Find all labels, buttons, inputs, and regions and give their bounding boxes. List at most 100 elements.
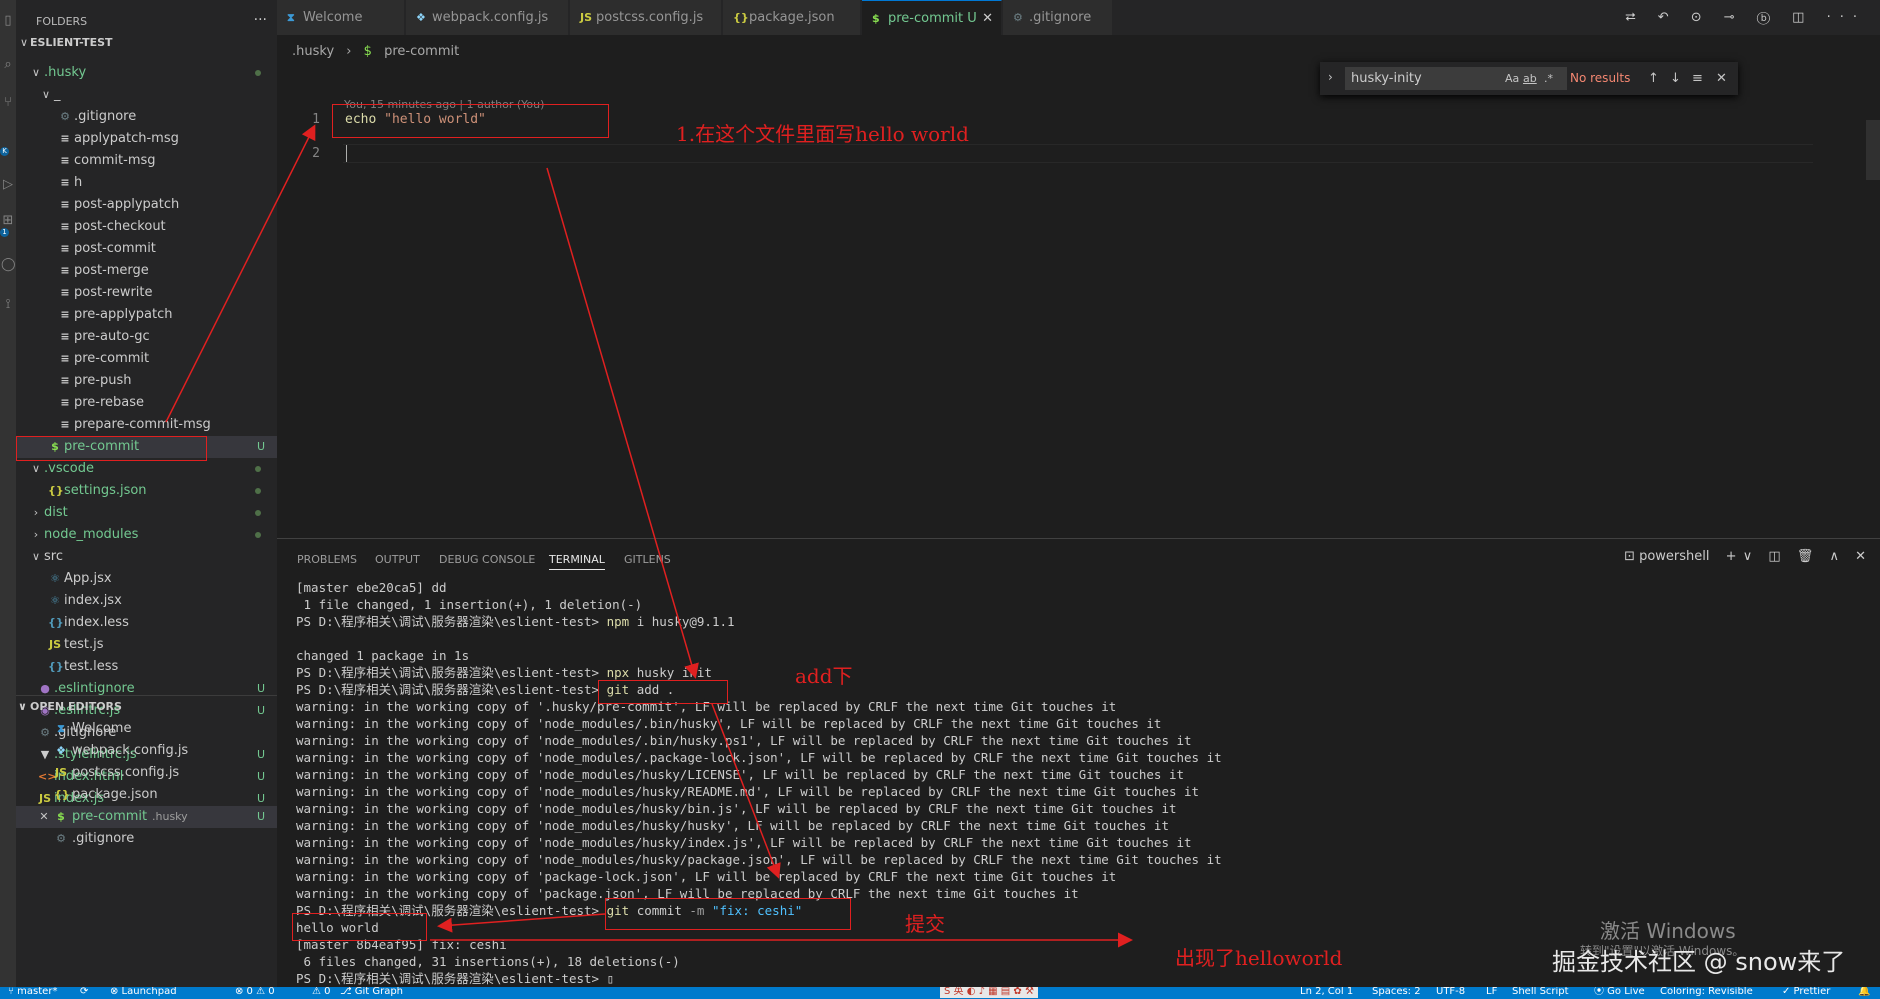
gitlens-icon[interactable]: ⟟ xyxy=(1,296,15,314)
tree-file[interactable]: ≡ post-commit xyxy=(16,238,277,260)
close-icon[interactable]: ✕ xyxy=(982,1,993,36)
tree-item-label: dist xyxy=(44,505,68,520)
cursor-position[interactable]: Ln 2, Col 1 xyxy=(1300,987,1353,998)
file-type-icon: ≡ xyxy=(60,198,70,211)
tree-file[interactable]: JS test.js xyxy=(16,634,277,656)
tab-gitlens[interactable]: GITLENS xyxy=(624,553,671,566)
tree-item-label: App.jsx xyxy=(64,571,112,586)
breadcrumb-folder[interactable]: .husky xyxy=(292,44,334,59)
chevron-down-icon[interactable]: ∨ xyxy=(1743,549,1753,564)
tree-file[interactable]: ≡ post-merge xyxy=(16,260,277,282)
prettier-status[interactable]: ✓ Prettier xyxy=(1782,987,1830,998)
match-whole-word-toggle[interactable]: ab xyxy=(1523,67,1537,90)
open-editor-item[interactable]: ⚙ .gitignore xyxy=(16,828,277,850)
terminal-args: husky init xyxy=(629,665,712,680)
tab-output[interactable]: OUTPUT xyxy=(375,553,420,566)
coloring-status[interactable]: Coloring: Revisible xyxy=(1660,987,1753,998)
file-type-icon: ≡ xyxy=(60,242,70,255)
workspace-root-label: ESLIENT-TEST xyxy=(30,36,113,49)
tree-file[interactable]: ⚛ index.jsx xyxy=(16,590,277,612)
editor-tab[interactable]: $ pre-commit U ✕ xyxy=(862,0,1002,35)
ime-taskbar[interactable]: S 英 ◐ ♪ ▦ ▤ ✿ ⚒ xyxy=(940,987,1038,998)
tree-file[interactable]: ≡ commit-msg xyxy=(16,150,277,172)
tree-folder[interactable]: › dist xyxy=(16,502,277,524)
trash-icon[interactable]: 🗑 xyxy=(1797,549,1814,564)
maximize-panel-icon[interactable]: ∧ xyxy=(1829,549,1839,564)
editor-tab[interactable]: ⚙ .gitignore xyxy=(1003,0,1113,35)
open-editor-item[interactable]: JS postcss.config.js xyxy=(16,762,277,784)
tree-file[interactable]: {} test.less xyxy=(16,656,277,678)
tree-file[interactable]: ≡ applypatch-msg xyxy=(16,128,277,150)
match-case-toggle[interactable]: Aa xyxy=(1505,67,1519,90)
tree-file[interactable]: ⚛ App.jsx xyxy=(16,568,277,590)
search-icon[interactable]: ⌕ xyxy=(1,56,15,74)
tree-file[interactable]: ≡ post-applypatch xyxy=(16,194,277,216)
terminal-shell-name[interactable]: powershell xyxy=(1639,549,1709,564)
tree-file[interactable]: ≡ post-checkout xyxy=(16,216,277,238)
tree-item-label: pre-push xyxy=(74,373,132,388)
tree-file[interactable]: ⚙ .gitignore xyxy=(16,106,277,128)
tree-file[interactable]: ≡ pre-push xyxy=(16,370,277,392)
run-debug-icon[interactable]: ▷ xyxy=(1,176,15,194)
tree-folder[interactable]: › node_modules xyxy=(16,524,277,546)
tree-folder[interactable]: ∨ _ xyxy=(16,84,277,106)
terminal-line: PS D:\程序相关\调试\服务器渲染\eslient-test> git ad… xyxy=(296,681,1856,698)
tree-file[interactable]: ≡ post-rewrite xyxy=(16,282,277,304)
language-mode[interactable]: Shell Script xyxy=(1512,987,1569,998)
editor-tab[interactable]: {}package.json xyxy=(723,0,861,35)
explorer-icon[interactable]: ▯ xyxy=(1,12,15,30)
split-terminal-icon[interactable]: ◫ xyxy=(1768,549,1780,564)
breadcrumb-file[interactable]: pre-commit xyxy=(384,44,459,59)
tree-file[interactable]: ≡ prepare-commit-msg xyxy=(16,414,277,436)
tree-file[interactable]: ≡ pre-auto-gc xyxy=(16,326,277,348)
tree-folder[interactable]: ∨ .vscode xyxy=(16,458,277,480)
encoding-status[interactable]: UTF-8 xyxy=(1436,987,1465,998)
go-live-status[interactable]: ⦿ Go Live xyxy=(1594,987,1645,998)
more-actions-icon[interactable]: ··· xyxy=(254,12,267,28)
open-editor-item[interactable]: ❖ webpack.config.js xyxy=(16,740,277,762)
remote-explorer-icon[interactable]: ◯ xyxy=(1,256,16,274)
open-editor-label: pre-commit xyxy=(72,809,148,824)
open-editor-label: postcss.config.js xyxy=(72,765,180,780)
eol-status[interactable]: LF xyxy=(1486,987,1497,998)
editor-scrollbar[interactable] xyxy=(1866,120,1880,180)
workspace-root[interactable]: ∨ ESLIENT-TEST xyxy=(16,32,277,54)
find-in-selection-icon[interactable]: ≡ xyxy=(1692,67,1703,90)
editor-tab[interactable]: JS postcss.config.js xyxy=(570,0,722,35)
source-control-icon[interactable]: ⑂ xyxy=(1,94,15,112)
close-icon[interactable]: ✕ xyxy=(1716,67,1727,90)
launchpad-status[interactable]: ⊗ Launchpad xyxy=(110,987,177,998)
tab-debug-console[interactable]: DEBUG CONSOLE xyxy=(439,553,535,566)
tree-file[interactable]: ≡ pre-rebase xyxy=(16,392,277,414)
editor-actions[interactable]: ⮂ ↶ ⊙ ⊸ ⓑ ◫ ··· xyxy=(1625,0,1866,35)
indentation-status[interactable]: Spaces: 2 xyxy=(1372,987,1421,998)
tree-folder[interactable]: ∨ src xyxy=(16,546,277,568)
open-editor-item[interactable]: {} package.json xyxy=(16,784,277,806)
tree-file[interactable]: ≡ pre-commit xyxy=(16,348,277,370)
tree-file[interactable]: ≡ pre-applypatch xyxy=(16,304,277,326)
editor-tab[interactable]: ❖ webpack.config.js xyxy=(406,0,569,35)
open-editor-item[interactable]: ⧗ Welcome xyxy=(16,718,277,740)
tree-file[interactable]: {} settings.json xyxy=(16,480,277,502)
tree-file[interactable]: ≡ h xyxy=(16,172,277,194)
tree-folder[interactable]: ∨ .husky xyxy=(16,62,277,84)
warnings-status[interactable]: ⚠ 0 xyxy=(312,987,331,998)
git-branch-status[interactable]: ⑂ master* xyxy=(8,987,57,998)
close-icon[interactable]: ✕ xyxy=(38,806,50,828)
problems-status[interactable]: ⊗ 0 ⚠ 0 xyxy=(235,987,275,998)
previous-match-icon[interactable]: ↑ xyxy=(1648,67,1659,90)
open-editor-item[interactable]: ✕ $ pre-commit .husky U xyxy=(16,806,277,828)
notifications-icon[interactable]: 🔔 xyxy=(1858,987,1870,998)
tab-problems[interactable]: PROBLEMS xyxy=(297,553,357,566)
tree-file[interactable]: {} index.less xyxy=(16,612,277,634)
new-terminal-icon[interactable]: + xyxy=(1726,549,1737,564)
open-editors-header[interactable]: ∨ OPEN EDITORS xyxy=(16,695,277,717)
close-icon[interactable]: ✕ xyxy=(1855,549,1866,564)
sync-icon[interactable]: ⟳ xyxy=(80,987,88,998)
next-match-icon[interactable]: ↓ xyxy=(1670,67,1681,90)
regex-toggle[interactable]: .* xyxy=(1544,67,1553,90)
toggle-replace-icon[interactable]: › xyxy=(1328,70,1333,84)
git-graph-status[interactable]: ⎇ Git Graph xyxy=(340,987,403,998)
editor-tab[interactable]: ⧗ Welcome xyxy=(277,0,405,35)
tab-terminal[interactable]: TERMINAL xyxy=(549,553,605,570)
